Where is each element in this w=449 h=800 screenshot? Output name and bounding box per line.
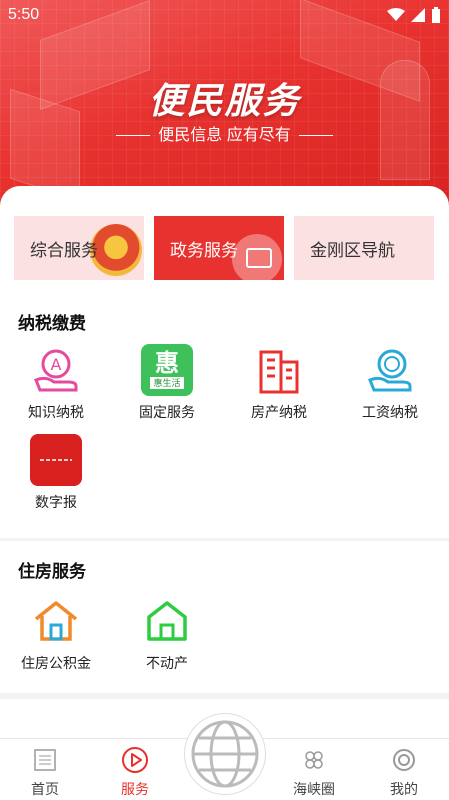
tax-section-title: 纳税缴费 bbox=[18, 314, 86, 333]
hero-title: 便民服务 bbox=[148, 80, 301, 121]
huishenghuo-icon: 惠 惠生活 bbox=[141, 344, 193, 396]
card-icon bbox=[232, 234, 282, 280]
svg-text:A: A bbox=[51, 355, 62, 374]
nav-home[interactable]: 首页 bbox=[5, 745, 85, 799]
item-label: 住房公积金 bbox=[21, 655, 91, 671]
housing-section-title: 住房服务 bbox=[18, 562, 86, 581]
item-label: 工资纳税 bbox=[362, 404, 418, 420]
play-circle-icon bbox=[95, 745, 175, 775]
service-card: 综合服务 政务服务 金刚区导航 纳税缴费 A 知识纳税 惠 惠生活 固定服务 房… bbox=[0, 186, 449, 538]
item-label: 知识纳税 bbox=[28, 404, 84, 420]
nav-label: 服务 bbox=[121, 781, 149, 797]
nav-label: 我的 bbox=[390, 781, 418, 797]
hand-money-icon bbox=[364, 344, 416, 396]
globe-button[interactable] bbox=[184, 713, 266, 795]
item-fixed-service[interactable]: 惠 惠生活 固定服务 bbox=[122, 344, 212, 422]
item-salary-tax[interactable]: 工资纳税 bbox=[345, 344, 435, 422]
item-digital-newspaper[interactable]: 数字报 bbox=[11, 434, 101, 512]
item-label: 房产纳税 bbox=[251, 404, 307, 420]
clover-icon bbox=[274, 745, 354, 775]
nav-label: 海峡圈 bbox=[293, 781, 335, 797]
status-bar: 5:50 bbox=[0, 0, 449, 30]
nav-label: 首页 bbox=[31, 781, 59, 797]
building-icon bbox=[253, 344, 305, 396]
signal-icon bbox=[411, 8, 425, 22]
status-icons bbox=[387, 7, 441, 23]
bottom-nav: 首页 服务 海峡圈 我的 bbox=[0, 713, 449, 800]
tab-comprehensive[interactable]: 综合服务 bbox=[14, 216, 144, 280]
hand-coin-icon: A bbox=[30, 344, 82, 396]
tab-label: 金刚区导航 bbox=[310, 240, 395, 260]
nav-mine[interactable]: 我的 bbox=[364, 745, 444, 799]
house-icon bbox=[30, 595, 82, 647]
hero-subtitle-row: 便民信息 应有尽有 bbox=[0, 121, 449, 145]
item-label: 数字报 bbox=[35, 494, 77, 510]
item-label: 固定服务 bbox=[139, 404, 195, 420]
item-housing-fund[interactable]: 住房公积金 bbox=[11, 595, 101, 673]
newspaper-app-icon bbox=[30, 434, 82, 486]
tab-label: 综合服务 bbox=[30, 240, 98, 260]
tab-label: 政务服务 bbox=[170, 240, 238, 260]
wifi-icon bbox=[387, 8, 405, 21]
item-property-tax[interactable]: 房产纳税 bbox=[234, 344, 324, 422]
newspaper-icon bbox=[5, 745, 85, 775]
hero-subtitle-line-left bbox=[116, 135, 151, 137]
nav-strait-circle[interactable]: 海峡圈 bbox=[274, 745, 354, 799]
tab-government[interactable]: 政务服务 bbox=[154, 216, 284, 280]
item-knowledge-tax[interactable]: A 知识纳税 bbox=[11, 344, 101, 422]
hero-subtitle: 便民信息 应有尽有 bbox=[158, 127, 291, 144]
huishenghuo-logo-caption: 惠生活 bbox=[150, 377, 184, 389]
profile-icon bbox=[364, 745, 444, 775]
nav-service[interactable]: 服务 bbox=[95, 745, 175, 799]
item-real-estate[interactable]: 不动产 bbox=[122, 595, 212, 673]
battery-icon bbox=[432, 7, 440, 23]
globe-icon bbox=[191, 720, 259, 788]
housing-card: 住房服务 住房公积金 不动产 bbox=[0, 541, 449, 693]
tab-navigation[interactable]: 金刚区导航 bbox=[294, 216, 434, 280]
item-label: 不动产 bbox=[146, 655, 188, 671]
service-tabs: 综合服务 政务服务 金刚区导航 bbox=[14, 216, 434, 280]
home-icon bbox=[141, 595, 193, 647]
huishenghuo-logo-text: 惠 bbox=[155, 350, 179, 377]
hero-subtitle-line-right bbox=[298, 135, 333, 137]
status-time: 5:50 bbox=[8, 6, 40, 23]
